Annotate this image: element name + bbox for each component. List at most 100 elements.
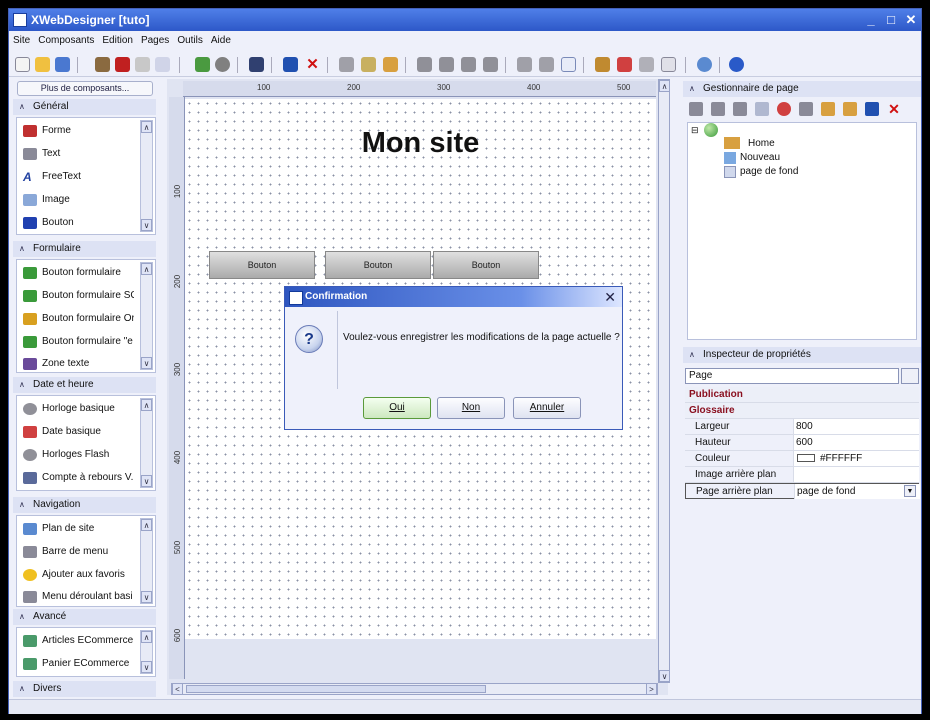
navigation-scrollbar[interactable]: ∧ ∨ <box>140 518 153 604</box>
component-bouton-formulaire[interactable]: Bouton formulaire <box>21 263 134 283</box>
property-row[interactable]: Couleur #FFFFFF <box>685 451 919 467</box>
page-button[interactable]: Bouton <box>433 251 539 279</box>
align-right-icon[interactable] <box>461 57 476 72</box>
scroll-right-icon[interactable]: > <box>646 683 657 695</box>
cancel-button[interactable]: Annuler <box>513 397 581 419</box>
pen-icon[interactable] <box>517 57 532 72</box>
canvas-horizontal-scrollbar[interactable]: < > <box>171 683 658 695</box>
scroll-left-icon[interactable]: < <box>172 683 183 695</box>
close-button[interactable]: ✕ <box>903 12 919 28</box>
delete-icon[interactable]: ✕ <box>887 102 901 116</box>
page-edit-icon[interactable] <box>711 102 725 116</box>
property-row[interactable]: Hauteur 600 <box>685 435 919 451</box>
component-image[interactable]: Image <box>21 190 134 210</box>
component-bouton[interactable]: Bouton <box>21 213 134 233</box>
formulaire-scrollbar[interactable]: ∧ ∨ <box>140 262 153 370</box>
grid-toggle-icon[interactable] <box>561 57 576 72</box>
more-components-button[interactable]: Plus de composants... <box>17 81 153 96</box>
component-zone-texte[interactable]: Zone texte <box>21 354 134 372</box>
component-barre-de-menu[interactable]: Barre de menu <box>21 542 134 562</box>
page-icon[interactable] <box>661 57 676 72</box>
layer-icon[interactable] <box>595 57 610 72</box>
component-horloges-flash[interactable]: Horloges Flash <box>21 445 134 465</box>
tree-item-home[interactable]: Home <box>748 138 775 149</box>
component-compte-a-rebours[interactable]: Compte à rebours V. <box>21 468 134 488</box>
component-text[interactable]: Text <box>21 144 134 164</box>
page-paste-icon[interactable] <box>843 102 857 116</box>
group-publication[interactable]: Publication <box>685 387 919 403</box>
tree-item-page-de-fond[interactable]: page de fond <box>740 166 798 177</box>
chevron-down-icon[interactable]: ▼ <box>904 485 916 497</box>
database-icon[interactable] <box>249 57 264 72</box>
delete-icon[interactable]: ✕ <box>305 57 320 72</box>
group-glossaire[interactable]: Glossaire <box>685 403 919 419</box>
component-date-basique[interactable]: Date basique <box>21 422 134 442</box>
category-general[interactable]: Général <box>13 99 156 115</box>
scroll-down-icon[interactable]: ∨ <box>141 475 152 487</box>
scroll-down-icon[interactable]: ∨ <box>659 670 670 682</box>
component-forme[interactable]: Forme <box>21 121 134 141</box>
menu-aide[interactable]: Aide <box>207 33 235 48</box>
inspector-object-select[interactable]: Page <box>685 368 899 384</box>
avance-scrollbar[interactable]: ∧ ∨ <box>140 630 153 674</box>
scroll-up-icon[interactable]: ∧ <box>141 519 152 531</box>
new-file-icon[interactable] <box>15 57 30 72</box>
sphere-icon[interactable] <box>215 57 230 72</box>
preview-icon[interactable] <box>135 57 150 72</box>
home-icon[interactable] <box>821 102 835 116</box>
scroll-down-icon[interactable]: ∨ <box>141 357 152 369</box>
component-menu-deroulant[interactable]: Menu déroulant basi <box>21 587 134 606</box>
maximize-button[interactable]: □ <box>883 12 899 28</box>
component-horloge-basique[interactable]: Horloge basique <box>21 399 134 419</box>
scroll-down-icon[interactable]: ∨ <box>141 591 152 603</box>
scroll-down-icon[interactable]: ∨ <box>141 219 152 231</box>
category-navigation[interactable]: Navigation <box>13 497 156 513</box>
align-center-icon[interactable] <box>439 57 454 72</box>
page-button[interactable]: Bouton <box>325 251 431 279</box>
align-top-icon[interactable] <box>483 57 498 72</box>
component-bouton-formulaire-or[interactable]: Bouton formulaire Or <box>21 309 134 329</box>
component-articles-ecommerce[interactable]: Articles ECommerce <box>21 631 134 651</box>
property-row[interactable]: Largeur 800 <box>685 419 919 435</box>
no-button[interactable]: Non <box>437 397 505 419</box>
scroll-up-icon[interactable]: ∧ <box>141 399 152 411</box>
help-icon[interactable] <box>697 57 712 72</box>
tree-collapse-icon[interactable]: ⊟ <box>691 125 699 136</box>
scroll-thumb[interactable] <box>186 685 486 693</box>
date-scrollbar[interactable]: ∧ ∨ <box>140 398 153 488</box>
component-icon[interactable] <box>115 57 130 72</box>
dialog-close-icon[interactable]: ✕ <box>604 289 616 305</box>
properties-icon[interactable] <box>639 57 654 72</box>
component-bouton-formulaire-sc[interactable]: Bouton formulaire SC <box>21 286 134 306</box>
yes-button[interactable]: Oui <box>363 397 431 419</box>
page-add-icon[interactable] <box>689 102 703 116</box>
component-plan-de-site[interactable]: Plan de site <box>21 519 134 539</box>
property-row[interactable]: Page arrière plan page de fond ▼ <box>685 483 920 499</box>
component-freetext[interactable]: A FreeText <box>21 167 134 187</box>
category-divers[interactable]: Divers <box>13 681 156 697</box>
open-folder-icon[interactable] <box>35 57 50 72</box>
scroll-up-icon[interactable]: ∧ <box>141 121 152 133</box>
menu-pages[interactable]: Pages <box>137 33 173 48</box>
lock-icon[interactable] <box>539 57 554 72</box>
page-button[interactable]: Bouton <box>209 251 315 279</box>
menu-outils[interactable]: Outils <box>173 33 207 48</box>
scroll-up-icon[interactable]: ∧ <box>141 631 152 643</box>
save-icon[interactable] <box>865 102 879 116</box>
page-copy-icon[interactable] <box>755 102 769 116</box>
save-icon[interactable] <box>283 57 298 72</box>
category-formulaire[interactable]: Formulaire <box>13 241 156 257</box>
scroll-up-icon[interactable]: ∧ <box>141 263 152 275</box>
dialog-title[interactable]: Confirmation <box>285 287 622 307</box>
chevron-down-icon[interactable] <box>901 368 919 384</box>
component-panier-ecommerce[interactable]: Panier ECommerce <box>21 654 134 674</box>
component-bouton-formulaire-e[interactable]: Bouton formulaire "e <box>21 332 134 352</box>
window-icon[interactable] <box>155 57 170 72</box>
menu-composants[interactable]: Composants <box>34 33 98 48</box>
minimize-button[interactable]: _ <box>863 12 879 28</box>
paste-icon[interactable] <box>383 57 398 72</box>
menu-edition[interactable]: Edition <box>98 33 137 48</box>
page-record-icon[interactable] <box>777 102 791 116</box>
general-scrollbar[interactable]: ∧ ∨ <box>140 120 153 232</box>
title-bar[interactable]: XWebDesigner [tuto] _ □ ✕ <box>9 9 921 31</box>
